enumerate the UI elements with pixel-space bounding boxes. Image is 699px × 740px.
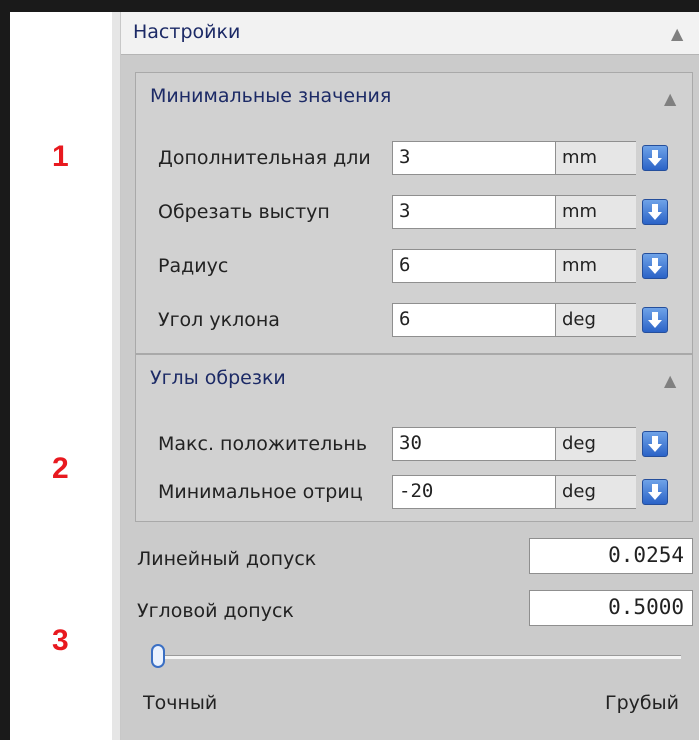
precision-slider-thumb[interactable]: [151, 644, 165, 668]
arrow-down-icon[interactable]: [642, 145, 668, 171]
chevron-up-icon[interactable]: ▲: [664, 89, 676, 108]
group-angles-header[interactable]: Углы обрезки ▲: [136, 355, 692, 403]
row-label-extra-length: Дополнительная дли: [158, 147, 371, 169]
group-trim-angles: Углы обрезки ▲ Макс. положительнь 30 deg…: [135, 354, 693, 522]
group-min-header[interactable]: Минимальные значения ▲: [136, 73, 692, 121]
group-min-title: Минимальные значения: [150, 85, 392, 107]
group-angles-title: Углы обрезки: [150, 367, 286, 389]
marker-3: 3: [52, 624, 69, 657]
unit-max-positive: deg: [556, 427, 636, 461]
arrow-down-icon[interactable]: [642, 479, 668, 505]
window-frame-left: [0, 0, 10, 740]
unit-extra-length: mm: [556, 141, 636, 175]
unit-draft-angle: deg: [556, 303, 636, 337]
row-label-draft-angle: Угол уклона: [158, 309, 280, 331]
row-label-trim-protrusion: Обрезать выступ: [158, 201, 330, 223]
max-positive-field[interactable]: 30: [392, 427, 556, 461]
extra-length-field[interactable]: 3: [392, 141, 556, 175]
marker-2: 2: [52, 452, 69, 485]
unit-trim-protrusion: mm: [556, 195, 636, 229]
linear-tolerance-field[interactable]: 0.0254: [529, 538, 693, 574]
settings-header[interactable]: Настройки ▲: [121, 12, 699, 55]
settings-title: Настройки: [133, 21, 241, 43]
precision-slider-track[interactable]: [151, 655, 681, 659]
chevron-up-icon[interactable]: ▲: [664, 371, 676, 390]
unit-min-negative: deg: [556, 475, 636, 509]
radius-field[interactable]: 6: [392, 249, 556, 283]
row-label-max-positive: Макс. положительнь: [158, 433, 368, 455]
chevron-up-icon[interactable]: ▲: [671, 24, 683, 43]
arrow-down-icon[interactable]: [642, 253, 668, 279]
group-min-values: Минимальные значения ▲ Дополнительная дл…: [135, 72, 693, 354]
unit-radius: mm: [556, 249, 636, 283]
row-label-min-negative: Минимальное отриц: [158, 481, 363, 503]
slider-min-label: Точный: [143, 692, 218, 714]
arrow-down-icon[interactable]: [642, 199, 668, 225]
left-divider: [112, 12, 121, 740]
trim-protrusion-field[interactable]: 3: [392, 195, 556, 229]
arrow-down-icon[interactable]: [642, 431, 668, 457]
angular-tolerance-label: Угловой допуск: [137, 600, 294, 622]
min-negative-field[interactable]: -20: [392, 475, 556, 509]
window-frame-top: [0, 0, 699, 12]
settings-panel: Настройки ▲ Минимальные значения ▲ Допол…: [121, 12, 699, 740]
arrow-down-icon[interactable]: [642, 307, 668, 333]
row-label-radius: Радиус: [158, 255, 229, 277]
marker-1: 1: [52, 140, 69, 173]
slider-max-label: Грубый: [605, 692, 679, 714]
angular-tolerance-field[interactable]: 0.5000: [529, 590, 693, 626]
draft-angle-field[interactable]: 6: [392, 303, 556, 337]
linear-tolerance-label: Линейный допуск: [137, 548, 317, 570]
